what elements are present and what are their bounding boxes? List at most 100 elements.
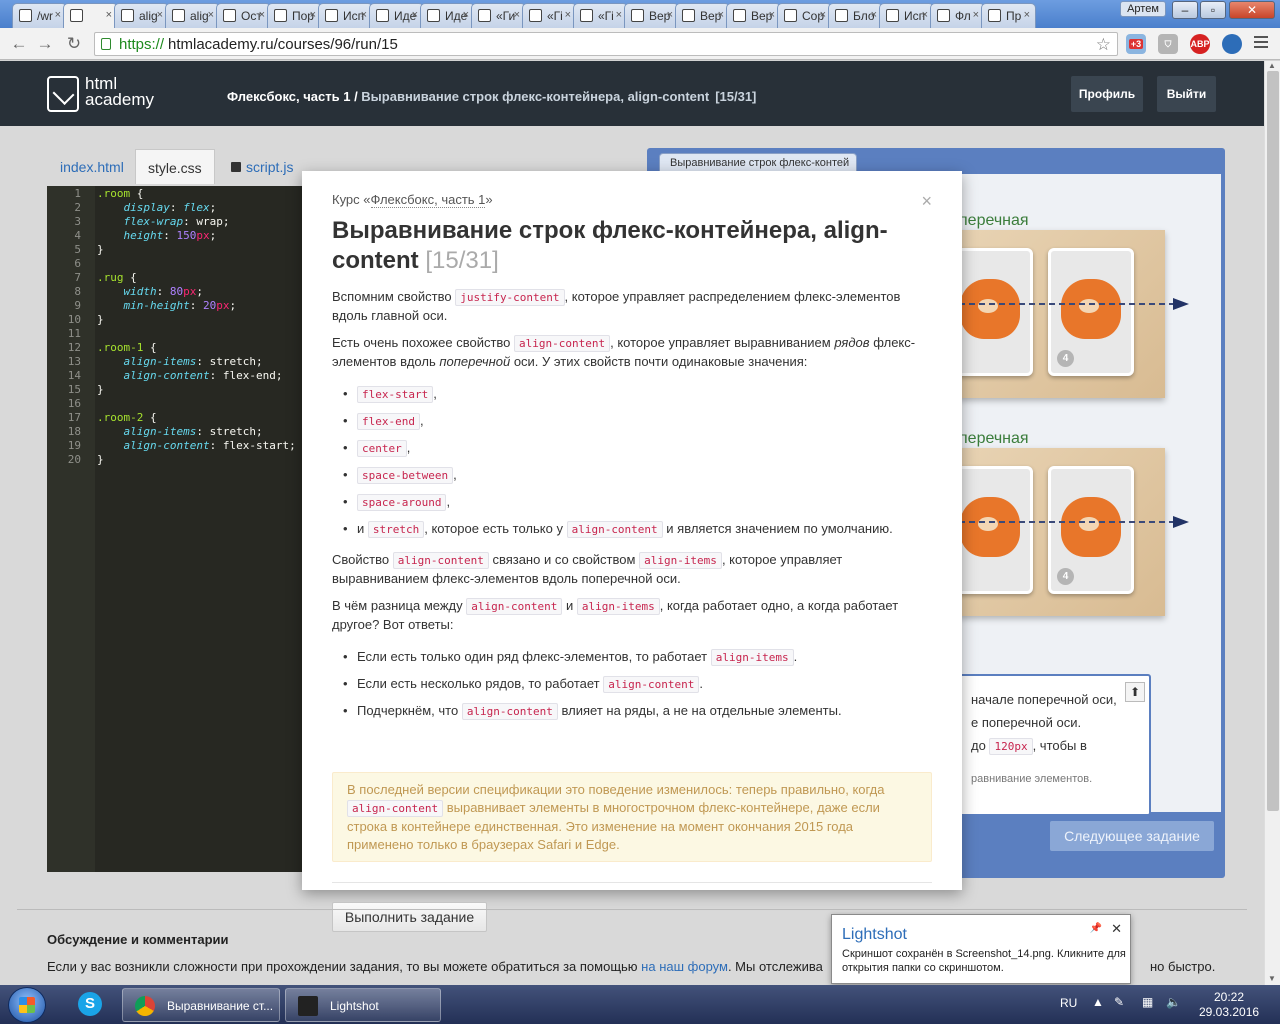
forum-link[interactable]: на наш форум [641, 959, 728, 974]
htmlacademy-logo[interactable]: html academy [47, 75, 177, 116]
paragraph: В чём разница между align-content и alig… [332, 598, 899, 632]
htmlacademy-icon [478, 9, 491, 22]
close-tab-icon[interactable]: × [565, 9, 571, 21]
browser-tab[interactable]: Бло × [828, 3, 883, 28]
minimize-button[interactable]: – [1172, 1, 1198, 19]
browser-tab[interactable]: Пор × [267, 3, 322, 28]
network-icon[interactable]: ▦ [1142, 995, 1153, 1009]
browser-tab[interactable]: Вер × [726, 3, 781, 28]
next-task-button[interactable]: Следующее задание [1050, 821, 1214, 851]
globe-icon[interactable] [1222, 34, 1242, 54]
close-tab-icon[interactable]: × [310, 9, 316, 21]
course-link[interactable]: Флексбокс, часть 1 [370, 192, 486, 208]
browser-tab[interactable]: alig × [114, 3, 169, 28]
taskbar-chrome[interactable]: Выравнивание ст... [122, 988, 280, 1022]
logout-button[interactable]: Выйти [1157, 76, 1216, 112]
browser-tab-label: «Ги [496, 9, 516, 23]
arrow-up-icon[interactable]: ⬆ [1125, 682, 1145, 702]
browser-tab[interactable]: Исп × [879, 3, 934, 28]
scroll-down-icon[interactable]: ▼ [1268, 974, 1276, 983]
extension-cloud-icon[interactable]: +3 [1126, 34, 1146, 54]
course-label: Курс «Флексбокс, часть 1» [332, 192, 493, 208]
close-tab-icon[interactable]: × [667, 9, 673, 21]
htmlacademy-icon [988, 9, 1001, 22]
scroll-up-icon[interactable]: ▲ [1268, 61, 1276, 70]
volume-icon[interactable]: 🔈 [1166, 995, 1181, 1009]
browser-tab[interactable]: «Ги × [471, 3, 526, 28]
close-tab-icon[interactable]: × [973, 9, 979, 21]
browser-tab[interactable]: Исп × [318, 3, 373, 28]
pin-icon[interactable]: 📌 [1090, 923, 1102, 934]
close-tab-icon[interactable]: × [412, 9, 418, 21]
address-bar[interactable]: https:// htmlacademy.ru/courses/96/run/1… [94, 32, 1118, 56]
browser-tab[interactable]: Вер × [624, 3, 679, 28]
answers-list: Если есть только один ряд флекс-элементо… [332, 643, 932, 724]
close-icon[interactable]: ✕ [1111, 921, 1122, 937]
close-tab-icon[interactable]: × [361, 9, 367, 21]
close-tab-icon[interactable]: × [1024, 9, 1030, 21]
bookmark-star-icon[interactable]: ☆ [1096, 35, 1111, 55]
clock[interactable]: 20:22 29.03.2016 [1199, 990, 1259, 1020]
code-line: height: 150px; [123, 229, 217, 242]
browser-tab[interactable]: × [63, 3, 118, 29]
close-tab-icon[interactable]: × [106, 9, 112, 21]
browser-tab[interactable]: Ост × [216, 3, 271, 28]
lightshot-tray-icon[interactable]: ✎ [1114, 995, 1124, 1009]
htmlacademy-icon [835, 9, 848, 22]
browser-tab[interactable]: Вер × [675, 3, 730, 28]
close-tab-icon[interactable]: × [55, 9, 61, 21]
tray-expand-icon[interactable]: ▲ [1092, 995, 1104, 1009]
browser-tab[interactable]: alig × [165, 3, 220, 28]
close-tab-icon[interactable]: × [820, 9, 826, 21]
reload-icon[interactable]: ↻ [63, 33, 85, 55]
close-tab-icon[interactable]: × [871, 9, 877, 21]
browser-tab[interactable]: Фл × [930, 3, 985, 28]
window-close-button[interactable]: ✕ [1229, 1, 1275, 19]
line-number: 10 [67, 313, 81, 326]
close-tab-icon[interactable]: × [922, 9, 928, 21]
code-editor[interactable]: 1 2 3 4 5 6 7 8 9 10 11 12 13 14 15 16 17 18 19 20 .room { … [47, 186, 302, 872]
htmlacademy-icon [937, 9, 950, 22]
shield-extension-icon[interactable]: ⛉ [1158, 34, 1178, 54]
forward-arrow-icon[interactable]: → [34, 33, 56, 55]
browser-tab[interactable]: Сор × [777, 3, 832, 28]
tab-index-html[interactable]: index.html [48, 149, 136, 184]
menu-icon[interactable] [1254, 36, 1268, 50]
browser-tab[interactable]: Иде × [369, 3, 424, 28]
preview-tab[interactable]: Выравнивание строк флекс-контей [659, 153, 857, 173]
start-button[interactable] [8, 987, 46, 1023]
skype-icon[interactable]: S [70, 988, 110, 1022]
discussion-title: Обсуждение и комментарии [47, 932, 229, 947]
browser-tab[interactable]: «Гі × [573, 3, 628, 28]
browser-tab[interactable]: «Гі × [522, 3, 577, 28]
site-header: html academy Флексбокс, часть 1 / Выравни… [0, 61, 1264, 126]
browser-tab[interactable]: Пр × [981, 3, 1036, 28]
adblock-icon[interactable]: ABP [1190, 34, 1210, 54]
page-scrollbar[interactable]: ▲ ▼ [1264, 61, 1280, 985]
close-tab-icon[interactable]: × [463, 9, 469, 21]
close-icon[interactable]: × [921, 191, 932, 212]
lightshot-notification[interactable]: Lightshot 📌 ✕ Скриншот сохранён в Screen… [831, 914, 1131, 984]
tab-script-js[interactable]: script.js [219, 149, 305, 184]
close-tab-icon[interactable]: × [616, 9, 622, 21]
browser-tab[interactable]: /wr × [12, 3, 67, 28]
cat-icon [1061, 497, 1121, 557]
back-arrow-icon[interactable]: ← [8, 33, 30, 55]
close-tab-icon[interactable]: × [718, 9, 724, 21]
code-line: align-content: flex-end; [123, 369, 283, 382]
close-tab-icon[interactable]: × [514, 9, 520, 21]
scroll-thumb[interactable] [1267, 71, 1279, 811]
profile-button[interactable]: Профиль [1071, 76, 1143, 112]
language-indicator[interactable]: RU [1060, 996, 1077, 1010]
browser-tab[interactable]: Иде × [420, 3, 475, 28]
code-line: } [97, 313, 104, 326]
close-tab-icon[interactable]: × [157, 9, 163, 21]
breadcrumb-course-link[interactable]: Флексбокс, часть 1 [227, 89, 350, 104]
close-tab-icon[interactable]: × [769, 9, 775, 21]
maximize-button[interactable]: ▫ [1200, 1, 1226, 19]
tab-style-css[interactable]: style.css [135, 149, 215, 184]
htmlacademy-icon [70, 9, 83, 22]
close-tab-icon[interactable]: × [208, 9, 214, 21]
close-tab-icon[interactable]: × [259, 9, 265, 21]
taskbar-lightshot[interactable]: Lightshot [285, 988, 441, 1022]
